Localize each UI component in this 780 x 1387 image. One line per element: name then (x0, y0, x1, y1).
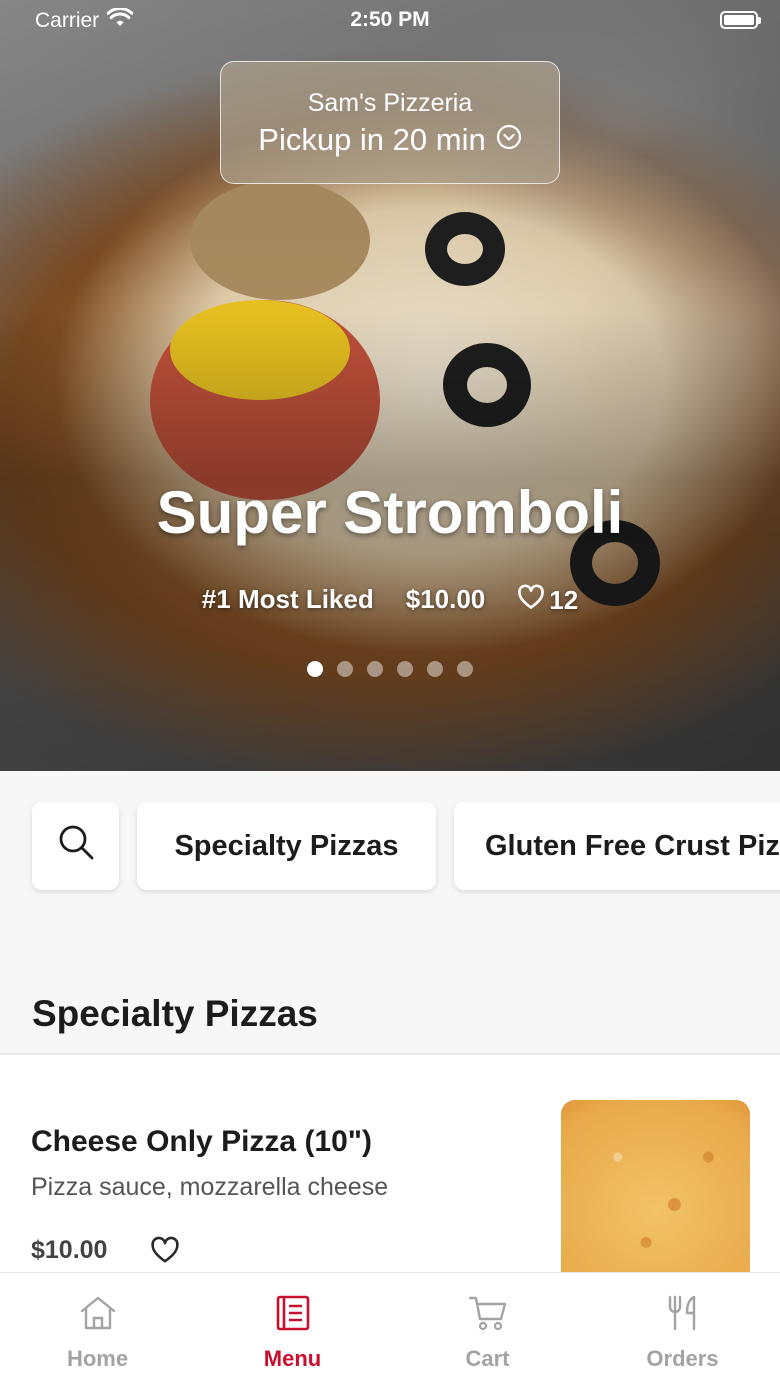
tab-menu[interactable]: Menu (195, 1273, 390, 1387)
status-bar: Carrier 2:50 PM (0, 0, 780, 40)
tab-label: Home (66, 1346, 129, 1371)
category-chip-specialty-pizzas[interactable]: Specialty Pizzas (137, 802, 436, 890)
tab-cart[interactable]: Cart (390, 1273, 585, 1387)
pickup-label: Pickup in 20 min (258, 122, 486, 157)
likes-count: 12 (549, 585, 579, 615)
featured-title: Super Stromboli (156, 479, 624, 546)
featured-meta: #1 Most Liked $10.00 12 (0, 584, 780, 617)
featured-rank: #1 Most Liked (201, 584, 374, 614)
heart-icon (517, 584, 545, 617)
home-icon (78, 1293, 118, 1338)
item-price: $10.00 (31, 1236, 108, 1264)
utensils-icon (663, 1293, 703, 1338)
tab-label: Cart (465, 1346, 510, 1371)
carousel-dot[interactable] (307, 661, 323, 677)
tab-label: Menu (263, 1346, 322, 1371)
category-chip-gluten-free[interactable]: Gluten Free Crust Pizzas (454, 802, 780, 890)
carousel-dot[interactable] (337, 661, 353, 677)
menu-list: Cheese Only Pizza (10") Pizza sauce, moz… (0, 1055, 780, 1275)
item-name: Cheese Only Pizza (10") (31, 1125, 373, 1158)
carousel-dot[interactable] (457, 661, 473, 677)
search-icon (56, 822, 96, 870)
menu-icon (273, 1293, 313, 1338)
store-pickup-selector[interactable]: Sam's Pizzeria Pickup in 20 min (220, 61, 560, 184)
carousel-dot[interactable] (427, 661, 443, 677)
pickup-time: Pickup in 20 min (221, 122, 559, 158)
battery-icon (720, 11, 761, 29)
battery-fill (724, 15, 754, 25)
item-photo (561, 1100, 750, 1275)
item-description: Pizza sauce, mozzarella cheese (31, 1173, 389, 1201)
tab-label: Orders (646, 1346, 719, 1371)
chevron-down-circle-icon (496, 122, 522, 158)
status-time: 2:50 PM (350, 8, 430, 31)
featured-price: $10.00 (405, 584, 486, 614)
category-chips: Specialty Pizzas Gluten Free Crust Pizza… (0, 802, 780, 892)
section-title: Specialty Pizzas (32, 993, 318, 1034)
search-button[interactable] (32, 802, 119, 890)
heart-icon[interactable] (150, 1236, 180, 1269)
store-name: Sam's Pizzeria (307, 89, 473, 117)
cart-icon (468, 1293, 508, 1338)
carousel-dot[interactable] (397, 661, 413, 677)
tab-home[interactable]: Home (0, 1273, 195, 1387)
featured-hero[interactable]: Carrier 2:50 PM Sam's Pizzeria Pickup in… (0, 0, 780, 771)
carousel-page-dots[interactable] (0, 661, 780, 677)
featured-likes[interactable]: 12 (517, 584, 578, 617)
tab-orders[interactable]: Orders (585, 1273, 780, 1387)
carousel-dot[interactable] (367, 661, 383, 677)
tab-bar: Home Menu Cart Orders (0, 1272, 780, 1387)
